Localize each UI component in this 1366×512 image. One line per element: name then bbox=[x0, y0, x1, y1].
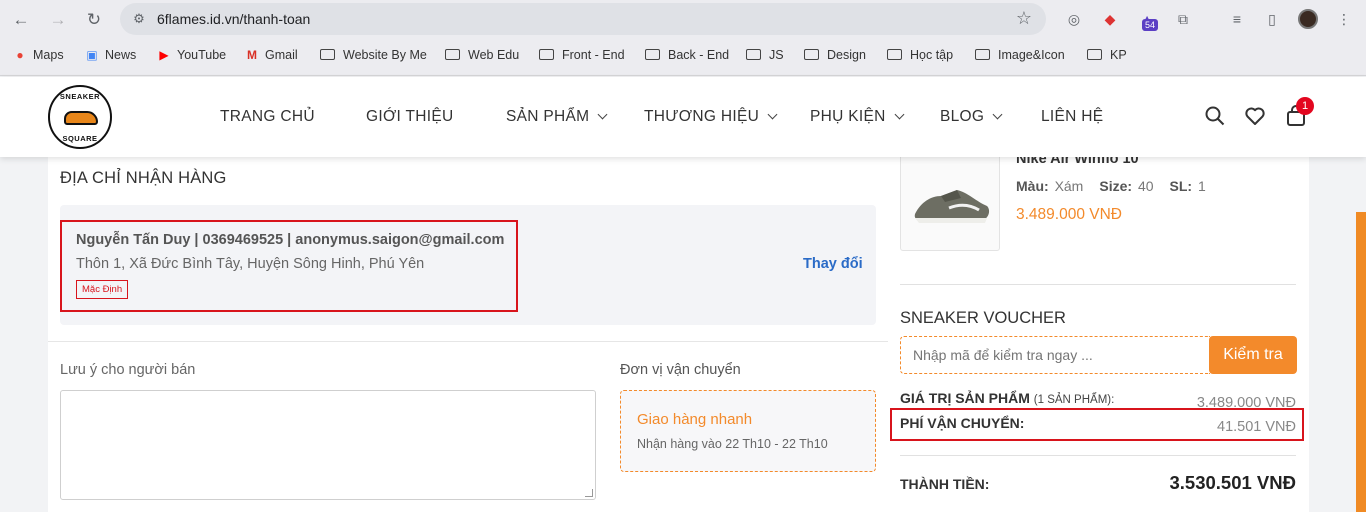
menu-lien-he[interactable]: LIÊN HỆ bbox=[1041, 108, 1103, 126]
heart-icon[interactable] bbox=[1244, 105, 1266, 127]
folder-icon bbox=[975, 49, 990, 60]
site-logo[interactable]: SNEAKER SQUARE bbox=[48, 85, 112, 149]
sneaker-icon bbox=[914, 190, 990, 223]
extensions-puzzle-icon[interactable]: ⧉ bbox=[1173, 9, 1193, 29]
back-icon[interactable]: ← bbox=[10, 9, 32, 31]
voucher-input[interactable] bbox=[900, 336, 1210, 374]
change-address-link[interactable]: Thay đổi bbox=[803, 256, 863, 272]
menu-san-pham[interactable]: SẢN PHẨM bbox=[506, 108, 608, 126]
reload-icon[interactable]: ↻ bbox=[83, 9, 105, 31]
google-news-icon: ▣ bbox=[86, 48, 98, 62]
folder-icon bbox=[539, 49, 554, 60]
browser-menu-icon[interactable]: ⋮ bbox=[1334, 9, 1354, 29]
total-divider bbox=[900, 455, 1296, 456]
chevron-down-icon bbox=[894, 109, 905, 120]
checkout-main: ĐỊA CHỈ NHẬN HÀNG Nguyễn Tấn Duy | 03694… bbox=[48, 157, 888, 512]
menu-gioi-thieu[interactable]: GIỚI THIỆU bbox=[366, 108, 454, 126]
bookmark-news[interactable]: ▣ News bbox=[84, 48, 136, 62]
page-edge-accent bbox=[1356, 212, 1366, 512]
shipping-fee-label: PHÍ VẬN CHUYỂN: bbox=[900, 415, 1025, 431]
search-icon[interactable] bbox=[1204, 105, 1226, 127]
bookmark-back-end[interactable]: Back - End bbox=[645, 48, 729, 62]
shipping-method-name: Giao hàng nhanh bbox=[637, 411, 753, 428]
resize-grip-icon[interactable] bbox=[585, 489, 593, 497]
bookmark-hoc-tap[interactable]: Học tập bbox=[887, 48, 953, 62]
site-header: SNEAKER SQUARE TRANG CHỦ GIỚI THIỆU SẢN … bbox=[0, 77, 1366, 157]
chevron-down-icon bbox=[992, 109, 1003, 120]
voucher-title: SNEAKER VOUCHER bbox=[900, 309, 1066, 327]
youtube-icon: ▶ bbox=[159, 48, 169, 62]
shipping-eta: Nhận hàng vào 22 Th10 - 22 Th10 bbox=[637, 437, 828, 451]
menu-blog[interactable]: BLOG bbox=[940, 108, 1003, 126]
folder-icon bbox=[804, 49, 819, 60]
sneaker-logo-icon bbox=[64, 111, 98, 125]
color-extension-icon[interactable]: ◆ bbox=[1100, 9, 1120, 29]
bookmark-image-icon[interactable]: Image&Icon bbox=[975, 48, 1065, 62]
cart-count-badge: 1 bbox=[1296, 97, 1314, 115]
bookmarks-bar: ● Maps ▣ News ▶ YouTube M Gmail Website By M… bbox=[0, 40, 1366, 76]
recipient-address: Thôn 1, Xã Đức Bình Tây, Huyện Sông Hinh… bbox=[76, 256, 425, 272]
subtotal-label: GIÁ TRỊ SẢN PHẨM (1 SẢN PHẨM): bbox=[900, 390, 1115, 406]
menu-thuong-hieu[interactable]: THƯƠNG HIỆU bbox=[644, 108, 778, 126]
maps-pin-icon: ● bbox=[16, 48, 24, 62]
forward-icon[interactable]: → bbox=[47, 9, 69, 31]
bookmark-front-end[interactable]: Front - End bbox=[539, 48, 625, 62]
folder-icon bbox=[887, 49, 902, 60]
section-divider bbox=[48, 341, 888, 342]
address-bar[interactable]: ⚙ 6flames.id.vn/thanh-toan ☆ bbox=[120, 3, 1046, 35]
shipping-fee-value: 41.501 VNĐ bbox=[1217, 419, 1296, 435]
bookmark-web-edu[interactable]: Web Edu bbox=[445, 48, 519, 62]
seller-note-textarea[interactable] bbox=[60, 390, 596, 500]
gmail-icon: M bbox=[247, 48, 257, 62]
shipping-option[interactable]: Giao hàng nhanh Nhận hàng vào 22 Th10 - … bbox=[620, 390, 876, 472]
total-value: 3.530.501 VNĐ bbox=[1169, 472, 1296, 493]
extension-badge: 54 bbox=[1142, 19, 1159, 31]
bookmark-kp[interactable]: KP bbox=[1087, 48, 1127, 62]
shipping-unit-label: Đơn vị vận chuyển bbox=[620, 362, 741, 378]
folder-icon bbox=[445, 49, 460, 60]
bookmark-gmail[interactable]: M Gmail bbox=[244, 48, 298, 62]
url-text[interactable]: 6flames.id.vn/thanh-toan bbox=[157, 11, 310, 27]
profile-avatar[interactable] bbox=[1298, 9, 1318, 29]
browser-toolbar: ← → ↻ ⚙ 6flames.id.vn/thanh-toan ☆ ◎ ◆ ▲… bbox=[0, 0, 1366, 40]
menu-phu-kien[interactable]: PHỤ KIỆN bbox=[810, 108, 905, 126]
folder-icon bbox=[645, 49, 660, 60]
side-panel-icon[interactable]: ▯ bbox=[1262, 9, 1282, 29]
compass-extension-icon[interactable]: ◎ bbox=[1064, 9, 1084, 29]
product-price: 3.489.000 VNĐ bbox=[1016, 206, 1122, 223]
reading-list-icon[interactable]: ≡ bbox=[1227, 9, 1247, 29]
site-info-icon[interactable]: ⚙ bbox=[130, 10, 148, 28]
chevron-down-icon bbox=[597, 109, 608, 120]
check-voucher-button[interactable]: Kiểm tra bbox=[1209, 336, 1297, 374]
recipient-contact: Nguyễn Tấn Duy | 0369469525 | anonymus.s… bbox=[76, 232, 505, 248]
order-summary: Nike Air Winflo 10 Màu: Xám Size: 40 SL: 1… bbox=[888, 151, 1309, 512]
bookmark-star-icon[interactable]: ☆ bbox=[1016, 8, 1032, 29]
chevron-down-icon bbox=[767, 109, 778, 120]
default-address-badge: Mặc Định bbox=[76, 280, 129, 299]
bookmark-design[interactable]: Design bbox=[804, 48, 866, 62]
bookmark-website-by-me[interactable]: Website By Me bbox=[320, 48, 427, 62]
folder-icon bbox=[320, 49, 335, 60]
seller-note-label: Lưu ý cho người bán bbox=[60, 362, 196, 378]
product-image bbox=[900, 151, 1000, 251]
folder-icon bbox=[746, 49, 761, 60]
product-meta: Màu: Xám Size: 40 SL: 1 bbox=[1016, 178, 1206, 194]
bookmark-youtube[interactable]: ▶ YouTube bbox=[156, 48, 226, 62]
address-section-title: ĐỊA CHỈ NHẬN HÀNG bbox=[60, 169, 227, 187]
bookmark-js[interactable]: JS bbox=[746, 48, 784, 62]
summary-divider bbox=[900, 284, 1296, 285]
total-label: THÀNH TIỀN: bbox=[900, 476, 990, 492]
folder-icon bbox=[1087, 49, 1102, 60]
bookmark-maps[interactable]: ● Maps bbox=[12, 48, 63, 62]
menu-trang-chu[interactable]: TRANG CHỦ bbox=[220, 108, 315, 126]
